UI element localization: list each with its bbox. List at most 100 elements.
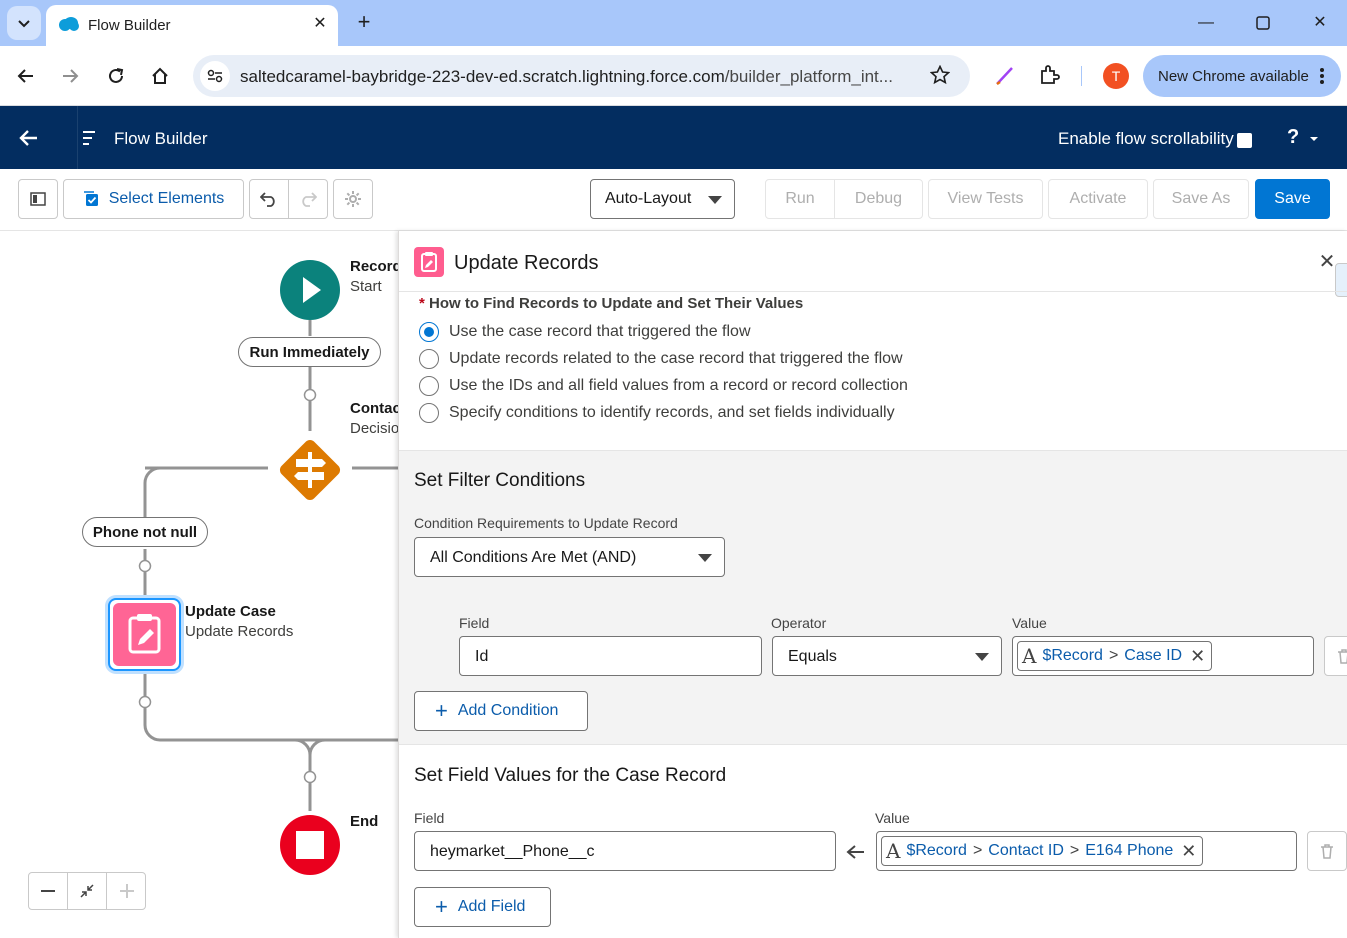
reload-icon[interactable] [100, 60, 132, 92]
flow-canvas[interactable]: Record Start Run Immediately Contac Deci… [0, 231, 398, 938]
extensions-puzzle-icon[interactable] [1038, 64, 1060, 91]
toggle-panel-button[interactable] [18, 179, 58, 219]
radio-button[interactable] [419, 322, 439, 342]
fit-view-button[interactable] [68, 873, 107, 909]
tab-search-button[interactable] [7, 6, 41, 40]
set-field-input[interactable]: heymarket__Phone__c [414, 831, 836, 871]
branch-phone-not-null-pill[interactable]: Phone not null [82, 517, 208, 547]
activate-button[interactable]: Activate [1048, 179, 1148, 219]
settings-button[interactable] [333, 179, 373, 219]
radio-button[interactable] [419, 376, 439, 396]
window-close-icon[interactable]: ✕ [1300, 8, 1340, 38]
help-button[interactable]: ? [1287, 126, 1299, 149]
radio-button[interactable] [419, 349, 439, 369]
start-node[interactable] [279, 259, 341, 321]
select-elements-button[interactable]: Select Elements [63, 179, 244, 219]
home-icon[interactable] [144, 60, 176, 92]
save-as-button[interactable]: Save As [1153, 179, 1249, 219]
option-ids-record-collection[interactable]: Use the IDs and all field values from a … [419, 375, 908, 397]
condition-value-label: Value [1012, 615, 1047, 631]
pen-extension-icon[interactable] [994, 65, 1016, 92]
zoom-out-button[interactable] [29, 873, 68, 909]
address-bar[interactable]: saltedcaramel-baybridge-223-dev-ed.scrat… [193, 55, 970, 97]
decision-node-title: Contac [350, 400, 398, 417]
activate-label: Activate [1069, 190, 1127, 207]
redo-icon [302, 192, 317, 207]
end-node-label: End [350, 813, 379, 830]
condition-field-input[interactable]: Id [459, 636, 762, 676]
how-to-find-label: * How to Find Records to Update and Set … [419, 295, 804, 312]
run-button[interactable]: Run [765, 179, 835, 219]
chrome-update-button[interactable]: New Chrome available [1143, 55, 1341, 97]
debug-button[interactable]: Debug [834, 179, 923, 219]
resource-pill[interactable]: A $Record > Case ID ✕ [1017, 641, 1213, 671]
save-button[interactable]: Save [1255, 179, 1330, 219]
condition-operator-select[interactable]: Equals [772, 636, 1002, 676]
decision-node[interactable] [268, 428, 352, 512]
chevron-down-icon[interactable] [1309, 136, 1319, 142]
flow-builder-header: Flow Builder Enable flow scrollability ? [0, 106, 1347, 169]
maximize-icon[interactable] [1243, 8, 1283, 38]
layout-select[interactable]: Auto-Layout [590, 179, 735, 219]
save-as-label: Save As [1171, 190, 1231, 207]
radio-button[interactable] [419, 403, 439, 423]
add-field-button[interactable]: + Add Field [414, 887, 551, 927]
option-triggering-record[interactable]: Use the case record that triggered the f… [419, 321, 751, 343]
scrollability-label: Enable flow scrollability [1058, 129, 1234, 148]
trash-icon [1338, 649, 1347, 664]
app-title: Flow Builder [114, 129, 208, 148]
plus-icon [119, 884, 134, 898]
remove-pill-icon[interactable]: ✕ [1190, 646, 1205, 667]
site-info-icon[interactable] [200, 61, 230, 91]
option-related-records[interactable]: Update records related to the case recor… [419, 348, 903, 370]
run-label: Run [785, 190, 815, 207]
forward-arrow-icon[interactable] [54, 60, 86, 92]
delete-field-button[interactable] [1307, 831, 1347, 871]
chrome-update-label: New Chrome available [1158, 68, 1309, 85]
back-arrow-icon[interactable] [10, 60, 42, 92]
zoom-controls [28, 872, 146, 910]
set-value-label: Value [875, 810, 910, 826]
profile-avatar[interactable]: T [1103, 63, 1129, 89]
update-case-node[interactable] [108, 598, 181, 671]
zoom-in-button[interactable] [107, 873, 146, 909]
condition-operator-label: Operator [771, 615, 827, 631]
run-immediately-pill[interactable]: Run Immediately [238, 337, 381, 367]
set-value-input[interactable]: A $Record > Contact ID > E164 Phone ✕ [876, 831, 1297, 871]
tab-close-icon[interactable]: ✕ [310, 14, 330, 34]
back-button[interactable] [0, 106, 58, 169]
start-node-title: Record [350, 258, 398, 275]
flow-icon [83, 131, 95, 145]
salesforce-cloud-icon [59, 17, 79, 31]
end-node[interactable] [279, 814, 341, 876]
text-type-icon: A [886, 839, 901, 863]
chevron-down-icon [708, 196, 722, 204]
gear-icon [345, 191, 361, 207]
delete-condition-button[interactable] [1324, 636, 1347, 676]
checkbox-select-icon [83, 191, 98, 206]
bookmark-star-icon[interactable] [929, 64, 951, 90]
remove-pill-icon[interactable]: ✕ [1181, 841, 1196, 862]
condition-value-input[interactable]: A $Record > Case ID ✕ [1012, 636, 1314, 676]
update-node-subtitle: Update Records [185, 623, 294, 640]
minus-icon [41, 890, 55, 892]
browser-tab-flow-builder[interactable]: Flow Builder ✕ [46, 5, 338, 46]
set-fields-section-title: Set Field Values for the Case Record [414, 765, 727, 786]
view-tests-button[interactable]: View Tests [928, 179, 1043, 219]
select-elements-label: Select Elements [108, 190, 225, 207]
new-tab-button[interactable]: + [350, 8, 378, 36]
back-arrow-icon [19, 129, 37, 146]
decision-node-subtitle: Decisio [350, 420, 398, 437]
minimize-icon[interactable]: — [1186, 8, 1226, 38]
scrollability-checkbox[interactable] [1237, 133, 1252, 148]
add-condition-button[interactable]: + Add Condition [414, 691, 588, 731]
view-tests-label: View Tests [947, 190, 1024, 207]
save-label: Save [1274, 190, 1311, 207]
chevron-down-icon [975, 653, 989, 661]
update-records-icon [414, 247, 444, 277]
option-specify-conditions[interactable]: Specify conditions to identify records, … [419, 402, 895, 424]
redo-button[interactable] [288, 179, 328, 219]
undo-button[interactable] [249, 179, 289, 219]
resource-pill[interactable]: A $Record > Contact ID > E164 Phone ✕ [881, 836, 1204, 866]
condition-requirements-select[interactable]: All Conditions Are Met (AND) [414, 537, 725, 577]
